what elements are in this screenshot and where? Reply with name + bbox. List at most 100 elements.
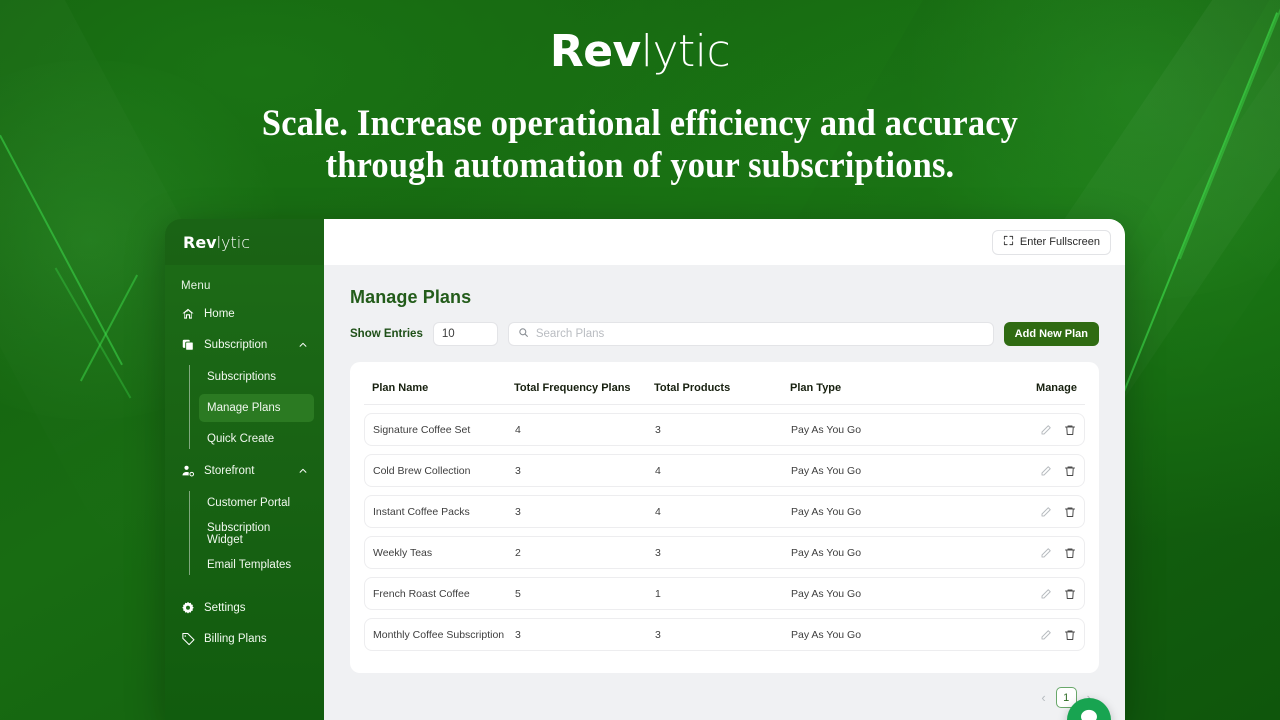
pencil-icon[interactable] [1040, 465, 1052, 477]
table-row[interactable]: Weekly Teas 2 3 Pay As You Go [364, 536, 1085, 569]
table-row[interactable]: Cold Brew Collection 3 4 Pay As You Go [364, 454, 1085, 487]
cell-total-products: 3 [655, 628, 661, 641]
cell-total-frequency-plans: 3 [515, 464, 521, 477]
chevron-up-icon[interactable] [298, 466, 308, 476]
cell-manage [1016, 588, 1076, 600]
search-input[interactable] [535, 328, 984, 340]
column-header-total-products: Total Products [654, 381, 731, 394]
plans-table: Plan Name Total Frequency Plans Total Pr… [350, 362, 1099, 673]
cell-plan-type: Pay As You Go [791, 546, 862, 559]
sidebar-item-home[interactable]: Home [173, 299, 316, 329]
sidebar-item-storefront[interactable]: Storefront [173, 456, 316, 486]
cell-total-products: 3 [655, 423, 661, 436]
sidebar-item-label: Storefront [204, 465, 255, 477]
cell-total-products: 4 [655, 464, 661, 477]
cell-plan-type: Pay As You Go [791, 423, 862, 436]
hero-section: Revlytic Scale. Increase operational eff… [0, 0, 1280, 187]
cell-total-frequency-plans: 4 [515, 423, 521, 436]
sidebar-logo-light: lytic [216, 232, 251, 252]
cell-plan-name: Signature Coffee Set [373, 423, 471, 436]
cell-manage [1016, 465, 1076, 477]
cell-manage [1016, 506, 1076, 518]
topbar: Enter Fullscreen [324, 219, 1125, 265]
trash-icon[interactable] [1064, 547, 1076, 559]
cell-plan-name: Monthly Coffee Subscription [373, 628, 505, 641]
sidebar-storefront-children: Customer Portal Subscription Widget Emai… [165, 489, 324, 579]
cell-plan-type: Pay As You Go [791, 628, 862, 641]
cell-plan-name: Cold Brew Collection [373, 464, 471, 477]
cell-manage [1016, 424, 1076, 436]
sidebar-logo-bold: Rev [183, 232, 217, 252]
table-row[interactable]: Instant Coffee Packs 3 4 Pay As You Go [364, 495, 1085, 528]
main-area: Enter Fullscreen Manage Plans Show Entri… [324, 219, 1125, 720]
cell-plan-name: Instant Coffee Packs [373, 505, 470, 518]
add-new-plan-button[interactable]: Add New Plan [1003, 322, 1099, 346]
cell-total-frequency-plans: 5 [515, 587, 521, 600]
cell-total-products: 1 [655, 587, 661, 600]
sidebar-item-label: Billing Plans [204, 633, 267, 645]
page-title: Manage Plans [350, 287, 472, 307]
column-header-manage: Manage [1036, 381, 1077, 394]
trash-icon[interactable] [1064, 588, 1076, 600]
cell-plan-name: Weekly Teas [373, 546, 433, 559]
toolbar: Show Entries Add New Plan [350, 322, 1099, 346]
expand-icon [1003, 235, 1014, 249]
chevron-up-icon[interactable] [298, 340, 308, 350]
column-header-total-frequency-plans: Total Frequency Plans [514, 381, 631, 394]
table-row[interactable]: French Roast Coffee 5 1 Pay As You Go [364, 577, 1085, 610]
hero-logo-light: lytic [640, 26, 731, 77]
sidebar-item-quick-create[interactable]: Quick Create [199, 425, 314, 453]
sidebar-item-email-templates[interactable]: Email Templates [199, 551, 314, 579]
table-header-row: Plan Name Total Frequency Plans Total Pr… [364, 372, 1085, 403]
cell-manage [1016, 547, 1076, 559]
sidebar-item-manage-plans[interactable]: Manage Plans [199, 394, 314, 422]
sidebar-logo[interactable]: Rev lytic [165, 219, 324, 265]
cell-manage [1016, 629, 1076, 641]
sidebar-item-label: Settings [204, 602, 246, 614]
column-header-plan-name: Plan Name [372, 381, 429, 394]
cell-plan-name: French Roast Coffee [373, 587, 470, 600]
column-header-plan-type: Plan Type [790, 381, 842, 394]
enter-fullscreen-button[interactable]: Enter Fullscreen [991, 229, 1111, 255]
cell-total-products: 4 [655, 505, 661, 518]
search-icon [518, 325, 529, 343]
hero-headline: Scale. Increase operational efficiency a… [45, 103, 1235, 187]
pencil-icon[interactable] [1040, 547, 1052, 559]
sidebar-item-subscription[interactable]: Subscription [173, 330, 316, 360]
hero-headline-line-1: Scale. Increase operational efficiency a… [261, 103, 1019, 144]
table-row[interactable]: Monthly Coffee Subscription 3 3 Pay As Y… [364, 618, 1085, 651]
home-icon [181, 307, 195, 321]
cell-total-frequency-plans: 3 [515, 628, 521, 641]
pencil-icon[interactable] [1040, 506, 1052, 518]
cell-plan-type: Pay As You Go [791, 505, 862, 518]
sidebar-subscription-children: Subscriptions Manage Plans Quick Create [165, 363, 324, 453]
copy-stack-icon [181, 338, 195, 352]
sidebar-item-subscriptions[interactable]: Subscriptions [199, 363, 314, 391]
trash-icon[interactable] [1064, 629, 1076, 641]
pencil-icon[interactable] [1040, 629, 1052, 641]
sidebar-item-customer-portal[interactable]: Customer Portal [199, 489, 314, 517]
sidebar-item-billing-plans[interactable]: Billing Plans [173, 624, 316, 654]
pagination-prev-button[interactable]: ‹ [1041, 690, 1045, 705]
sidebar-item-subscription-widget[interactable]: Subscription Widget [199, 520, 314, 548]
trash-icon[interactable] [1064, 506, 1076, 518]
pencil-icon[interactable] [1040, 588, 1052, 600]
trash-icon[interactable] [1064, 465, 1076, 477]
cell-total-frequency-plans: 2 [515, 546, 521, 559]
search-box[interactable] [507, 322, 994, 346]
chat-bubble-icon [1078, 707, 1100, 720]
sidebar-item-settings[interactable]: Settings [173, 593, 316, 623]
app-window: Rev lytic Menu Home Subscription Subscri… [165, 219, 1125, 720]
sidebar-menu-label: Menu [181, 280, 211, 292]
sidebar-item-label: Home [204, 308, 235, 320]
pencil-icon[interactable] [1040, 424, 1052, 436]
show-entries-input[interactable] [432, 322, 498, 346]
cell-total-products: 3 [655, 546, 661, 559]
trash-icon[interactable] [1064, 424, 1076, 436]
pagination: ‹ 1 › [350, 687, 1099, 708]
table-row[interactable]: Signature Coffee Set 4 3 Pay As You Go [364, 413, 1085, 446]
content-area: Manage Plans Show Entries Add New Plan P… [324, 265, 1125, 720]
hero-logo: Revlytic [0, 26, 1280, 77]
user-gear-icon [181, 464, 195, 478]
